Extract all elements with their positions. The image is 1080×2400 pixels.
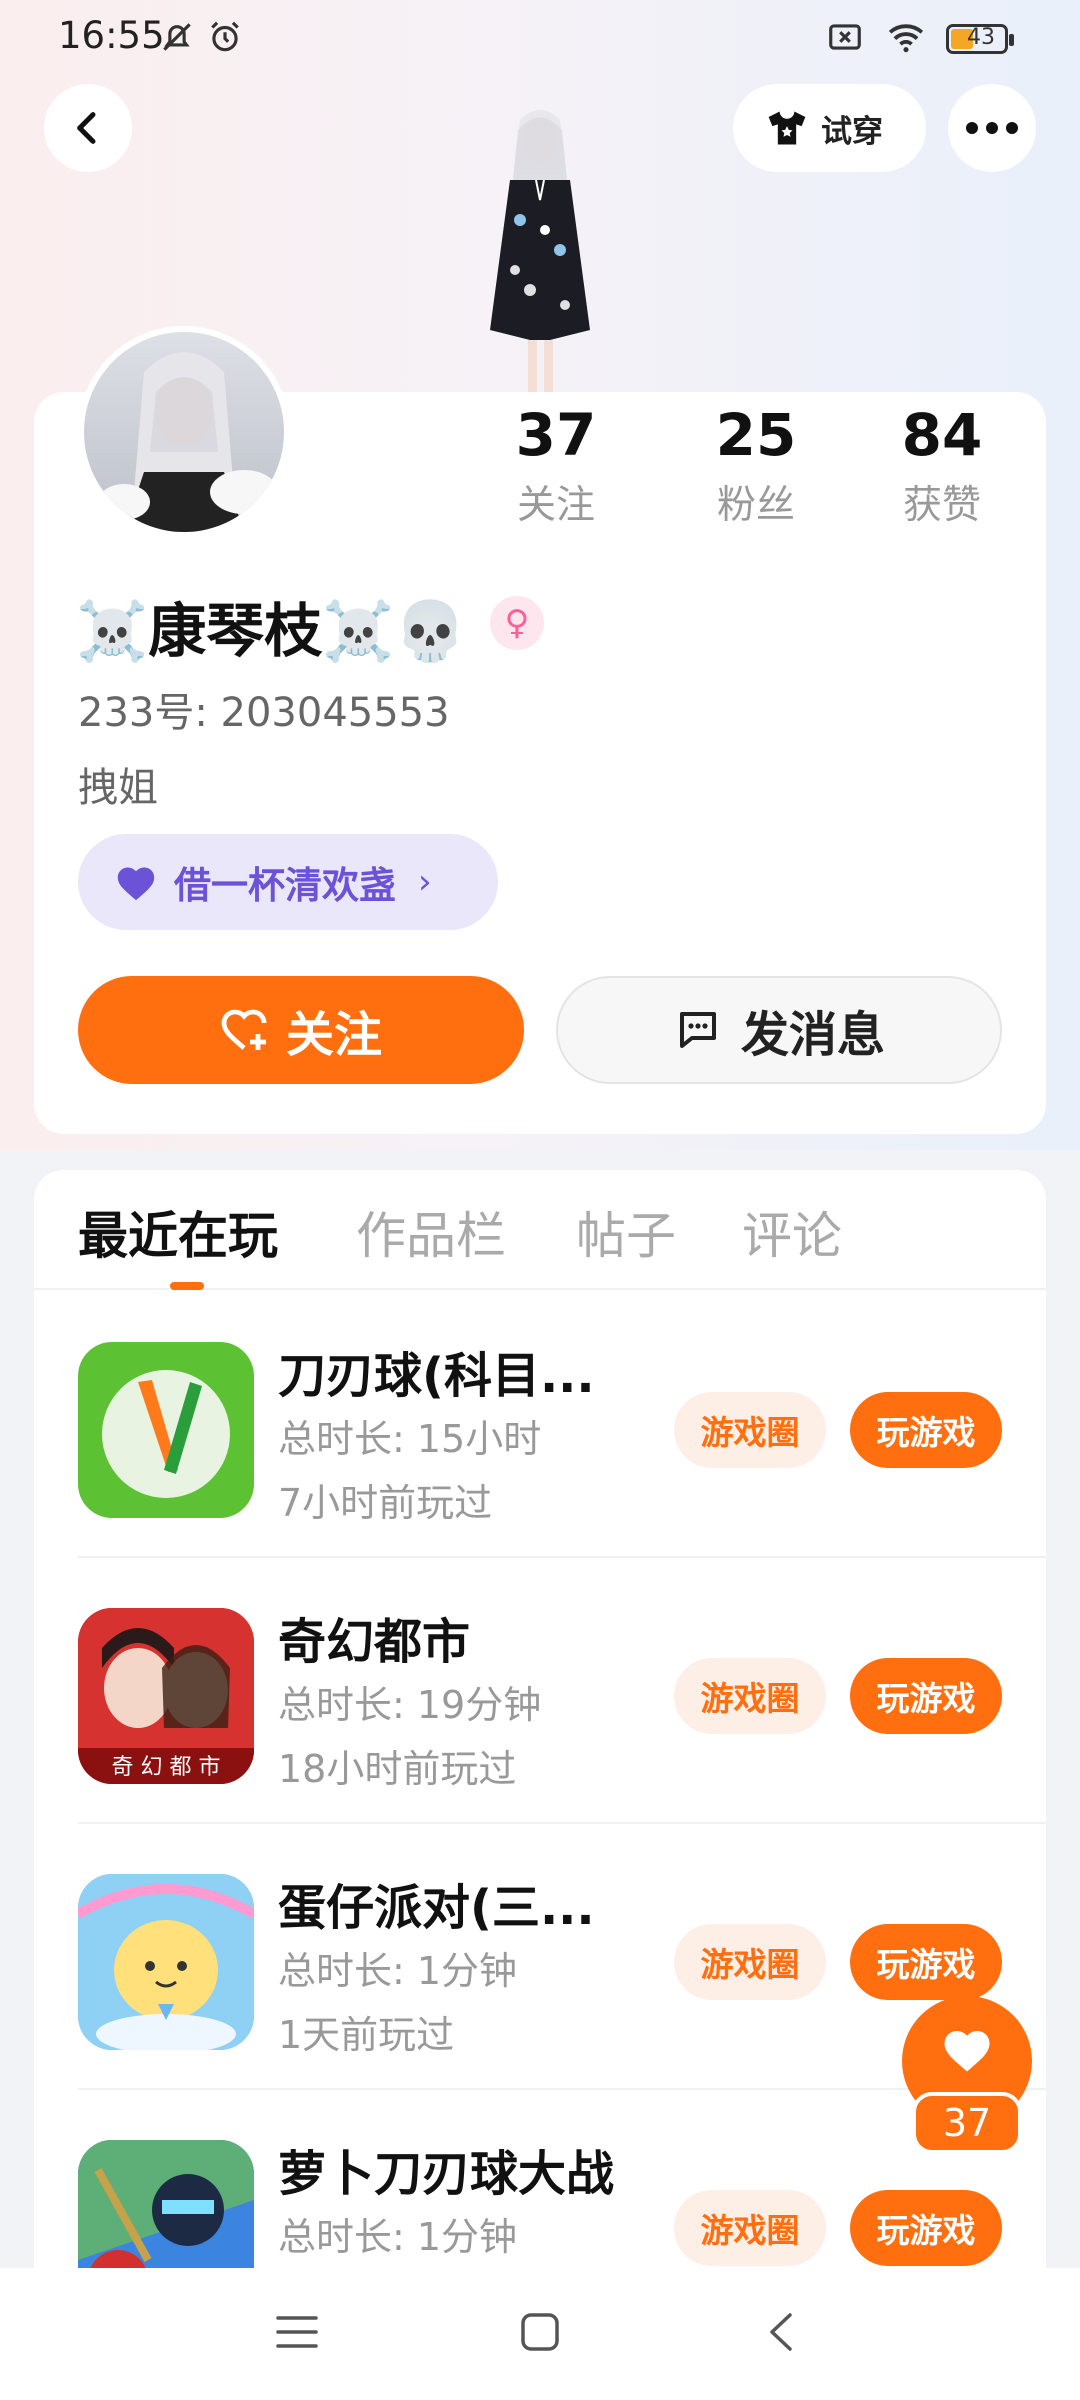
home-icon[interactable] bbox=[520, 2312, 560, 2352]
list-item[interactable]: 萝卜刀刃球大战 总时长: 1分钟 游戏圈 玩游戏 bbox=[78, 2090, 1046, 2270]
avatar[interactable] bbox=[78, 326, 290, 538]
game-duration: 总时长: 19分钟 bbox=[278, 1683, 542, 1727]
character-figure[interactable] bbox=[450, 100, 630, 400]
tshirt-icon bbox=[768, 111, 806, 145]
content-panel: 最近在玩 作品栏 帖子 评论 刀刃球(科目... 总时长: 15小时 7小时前玩… bbox=[34, 1170, 1046, 2270]
profile-name: ☠️康琴枝☠️💀 bbox=[76, 597, 467, 665]
stat-following[interactable]: 37 关注 bbox=[481, 400, 631, 530]
tab-recently-played[interactable]: 最近在玩 bbox=[78, 1196, 278, 1268]
more-button[interactable] bbox=[948, 84, 1036, 172]
tab-posts[interactable]: 帖子 bbox=[576, 1196, 676, 1268]
game-name: 萝卜刀刃球大战 bbox=[278, 2146, 615, 2202]
tab-comments[interactable]: 评论 bbox=[742, 1196, 842, 1268]
play-game-button[interactable]: 玩游戏 bbox=[850, 1924, 1002, 2000]
message-button[interactable]: 发消息 bbox=[556, 976, 1002, 1084]
chevron-right-icon: › bbox=[418, 862, 432, 902]
wifi-icon bbox=[888, 24, 924, 53]
system-nav-bar bbox=[0, 2268, 1080, 2400]
play-game-button[interactable]: 玩游戏 bbox=[850, 1658, 1002, 1734]
game-duration: 总时长: 15小时 bbox=[278, 1417, 542, 1461]
game-icon bbox=[78, 1874, 254, 2050]
back-nav-icon[interactable] bbox=[766, 2312, 796, 2352]
game-duration: 总时长: 1分钟 bbox=[278, 1949, 518, 1993]
profile-bio: 拽姐 bbox=[78, 765, 158, 811]
back-button[interactable] bbox=[44, 84, 132, 172]
chevron-left-icon bbox=[77, 112, 96, 144]
game-name: 刀刃球(科目... bbox=[278, 1348, 595, 1404]
heart-icon bbox=[117, 867, 155, 901]
stat-likes-label: 获赞 bbox=[902, 483, 981, 528]
game-last-played: 18小时前玩过 bbox=[278, 1747, 517, 1791]
more-dots-icon bbox=[966, 122, 1018, 134]
stat-likes[interactable]: 84 获赞 bbox=[867, 400, 1017, 530]
game-icon bbox=[78, 1342, 254, 1518]
game-name: 奇幻都市 bbox=[278, 1614, 471, 1670]
svg-text:奇 幻 都 市: 奇 幻 都 市 bbox=[112, 1755, 221, 1780]
menu-icon[interactable] bbox=[276, 2312, 318, 2352]
profile-tag[interactable]: 借一杯清欢盏 › bbox=[78, 834, 498, 930]
bell-off-icon bbox=[163, 23, 191, 51]
battery-icon: 43 bbox=[946, 24, 1014, 54]
status-time: 16:55 bbox=[58, 14, 165, 57]
profile-tag-label: 借一杯清欢盏 bbox=[174, 864, 396, 907]
game-circle-button[interactable]: 游戏圈 bbox=[674, 1924, 826, 2000]
try-on-label: 试穿 bbox=[821, 113, 883, 150]
list-item[interactable]: 蛋仔派对(三... 总时长: 1分钟 1天前玩过 游戏圈 玩游戏 bbox=[78, 1824, 1046, 2090]
tab-works[interactable]: 作品栏 bbox=[356, 1196, 506, 1268]
play-game-button[interactable]: 玩游戏 bbox=[850, 2190, 1002, 2266]
game-circle-button[interactable]: 游戏圈 bbox=[674, 1392, 826, 1468]
message-label: 发消息 bbox=[740, 1007, 885, 1063]
avatar-image bbox=[98, 352, 278, 532]
user-id[interactable]: 233号: 203045553 bbox=[78, 680, 450, 738]
game-last-played: 1天前玩过 bbox=[278, 2013, 455, 2057]
stat-likes-count: 84 bbox=[901, 401, 983, 469]
play-game-button[interactable]: 玩游戏 bbox=[850, 1392, 1002, 1468]
stat-fans-count: 25 bbox=[715, 401, 797, 469]
battery-level: 43 bbox=[967, 25, 995, 50]
stat-fans-label: 粉丝 bbox=[716, 483, 795, 528]
game-duration: 总时长: 1分钟 bbox=[278, 2215, 518, 2259]
follow-label: 关注 bbox=[285, 1007, 382, 1063]
tab-bar: 最近在玩 作品栏 帖子 评论 bbox=[34, 1170, 1046, 1290]
list-item[interactable]: 奇 幻 都 市 奇幻都市 总时长: 19分钟 18小时前玩过 游戏圈 玩游戏 bbox=[78, 1558, 1046, 1824]
stat-following-count: 37 bbox=[515, 401, 597, 469]
gender-badge: ♀ bbox=[490, 596, 544, 650]
chat-icon bbox=[679, 1012, 716, 1048]
game-circle-button[interactable]: 游戏圈 bbox=[674, 1658, 826, 1734]
game-circle-button[interactable]: 游戏圈 bbox=[674, 2190, 826, 2266]
list-item[interactable]: 刀刃球(科目... 总时长: 15小时 7小时前玩过 游戏圈 玩游戏 bbox=[78, 1292, 1046, 1558]
game-last-played: 7小时前玩过 bbox=[278, 1481, 493, 1525]
game-icon bbox=[78, 2140, 254, 2270]
tab-indicator bbox=[170, 1282, 204, 1290]
sim-x-icon bbox=[829, 24, 861, 50]
like-count: 37 bbox=[912, 2092, 1022, 2154]
status-bar: 16:55 43 bbox=[0, 0, 1080, 80]
heart-icon bbox=[944, 2031, 990, 2072]
follow-button[interactable]: 关注 bbox=[78, 976, 524, 1084]
heart-plus-icon bbox=[221, 1009, 267, 1050]
try-on-button[interactable]: 试穿 bbox=[733, 84, 926, 172]
stat-following-label: 关注 bbox=[516, 483, 595, 528]
game-name: 蛋仔派对(三... bbox=[278, 1880, 595, 1936]
alarm-icon bbox=[211, 21, 239, 52]
game-icon: 奇 幻 都 市 bbox=[78, 1608, 254, 1784]
stat-fans[interactable]: 25 粉丝 bbox=[681, 400, 831, 530]
